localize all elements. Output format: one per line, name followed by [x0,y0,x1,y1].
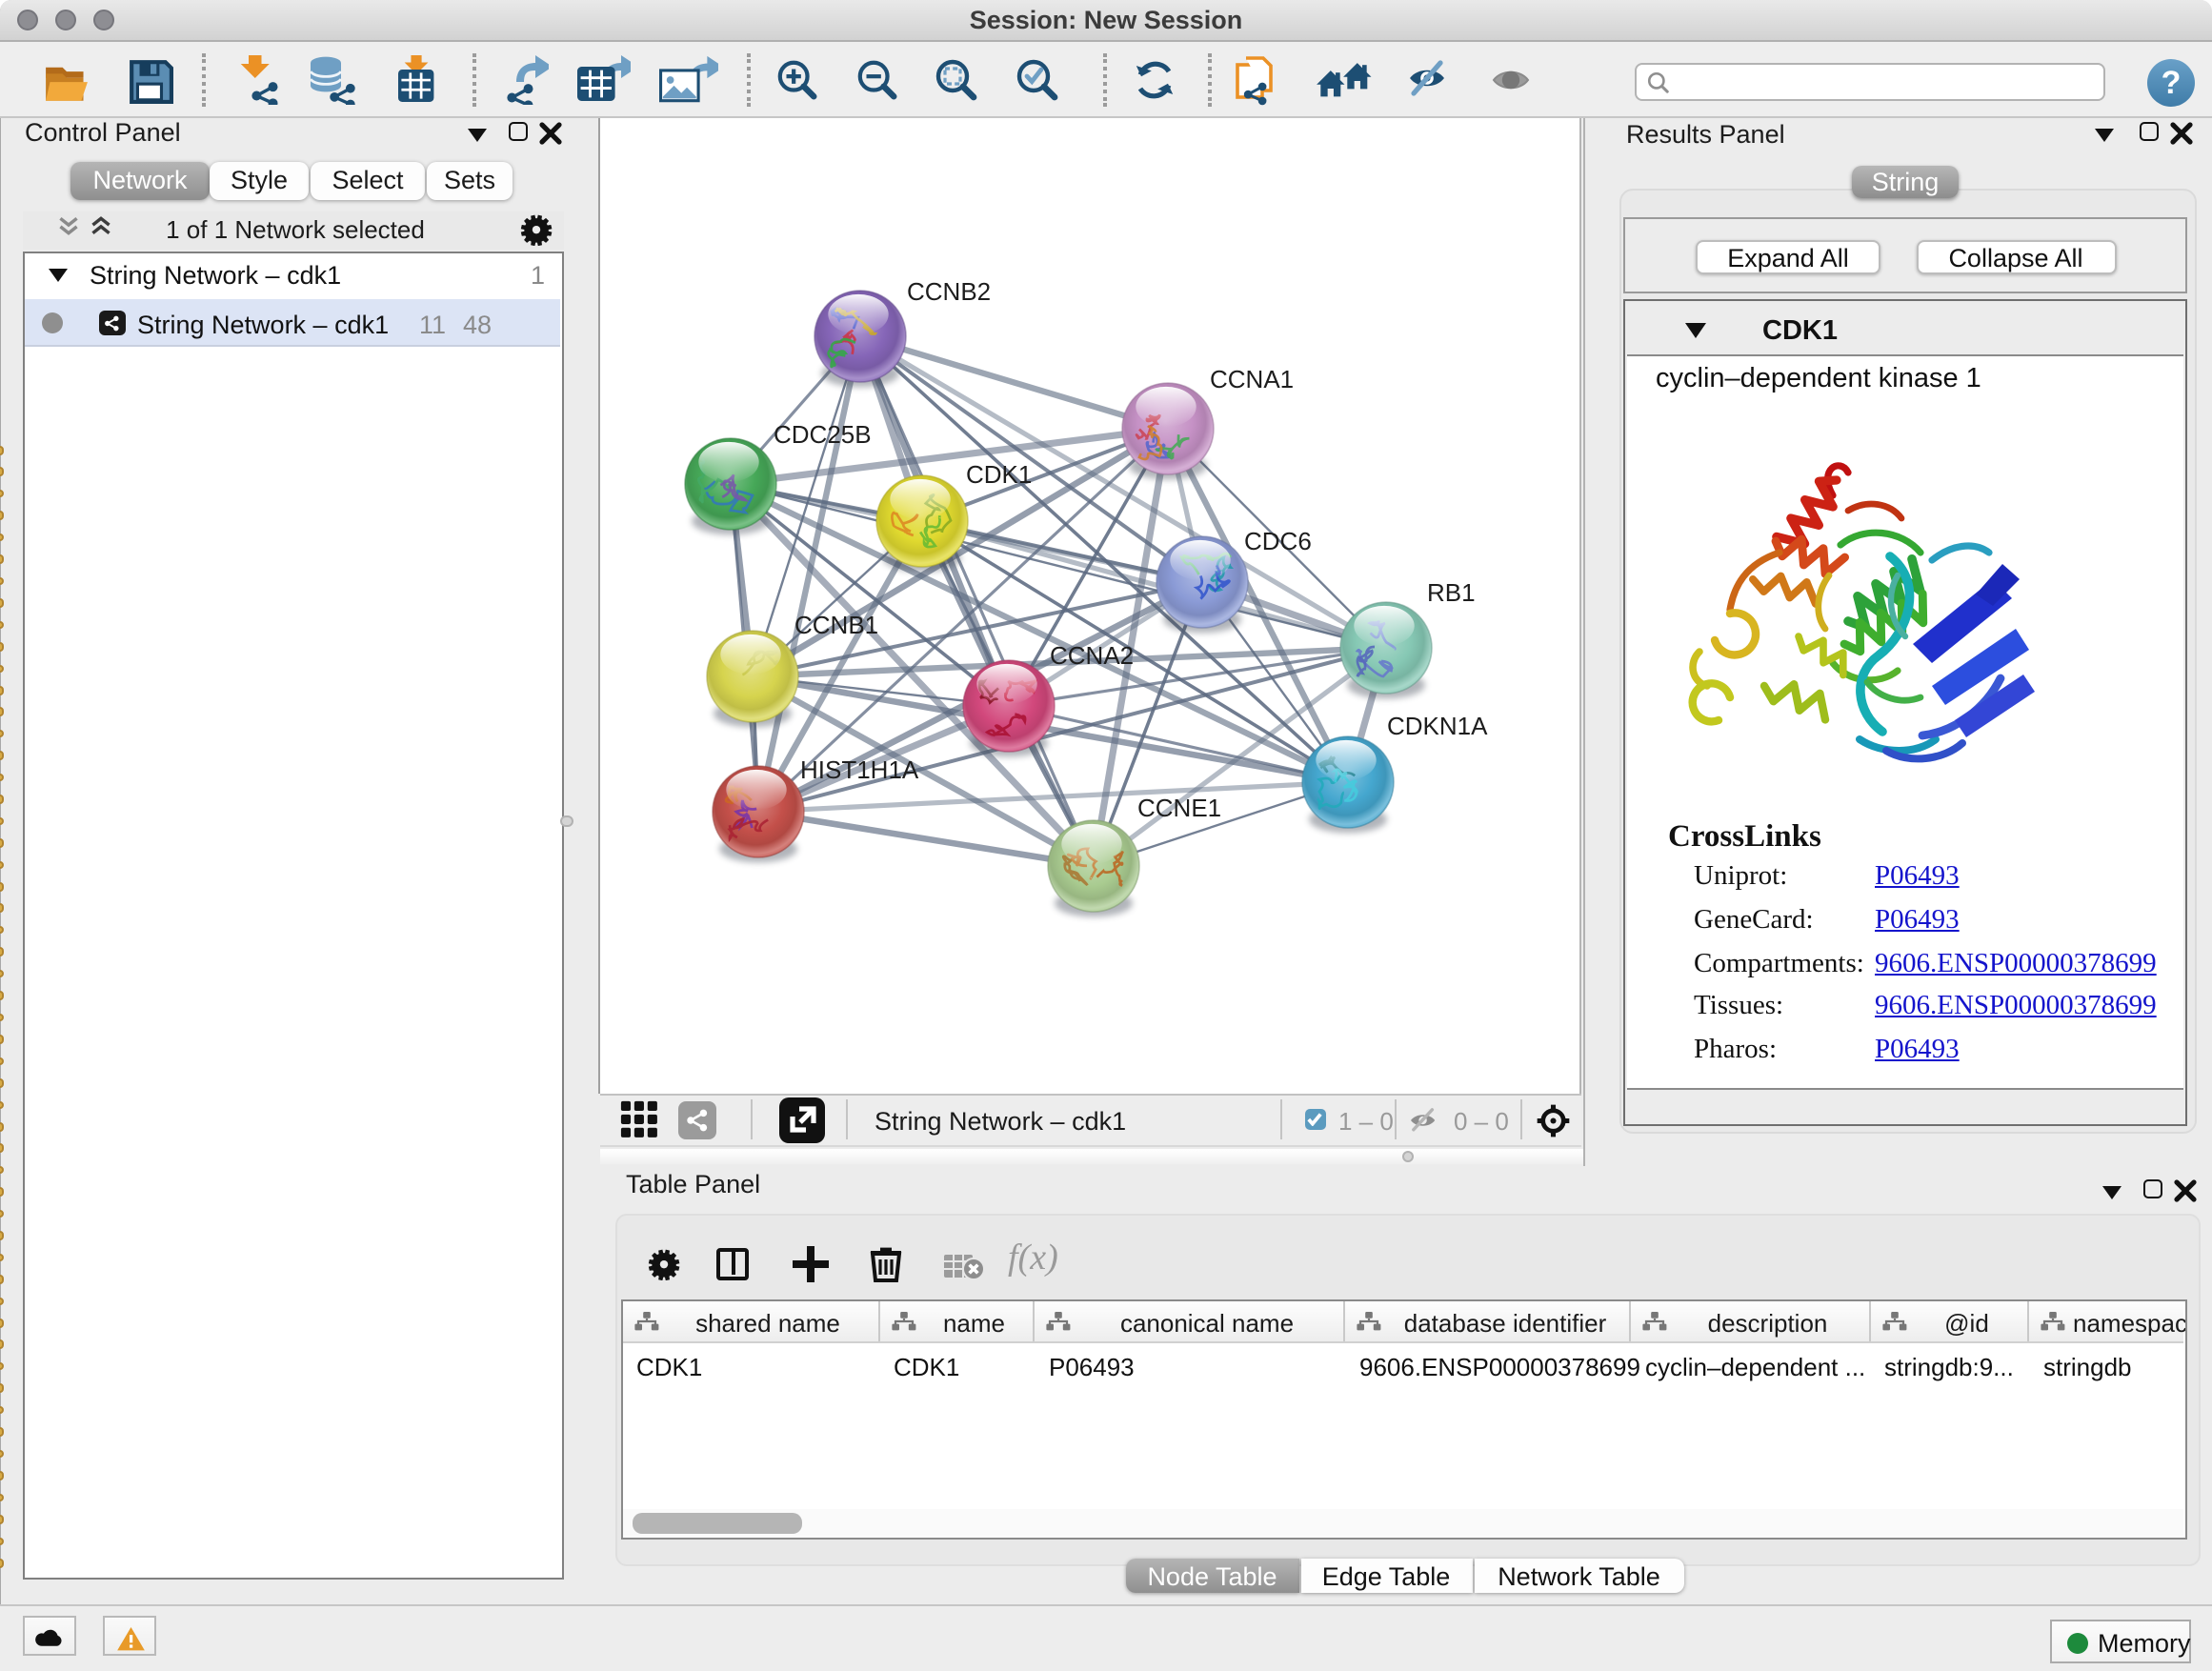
svg-text:CCNA1: CCNA1 [1210,364,1294,393]
svg-text:CCNB2: CCNB2 [907,276,991,305]
svg-text:CCNE1: CCNE1 [1137,793,1221,821]
svg-text:CDKN1A: CDKN1A [1387,711,1488,739]
svg-text:CCNB1: CCNB1 [794,610,878,638]
svg-text:CDC25B: CDC25B [774,419,872,448]
svg-text:CDC6: CDC6 [1244,526,1312,554]
svg-text:HIST1H1A: HIST1H1A [800,755,919,783]
svg-text:RB1: RB1 [1427,577,1476,606]
svg-text:CDK1: CDK1 [966,459,1032,488]
svg-text:CCNA2: CCNA2 [1050,640,1134,669]
